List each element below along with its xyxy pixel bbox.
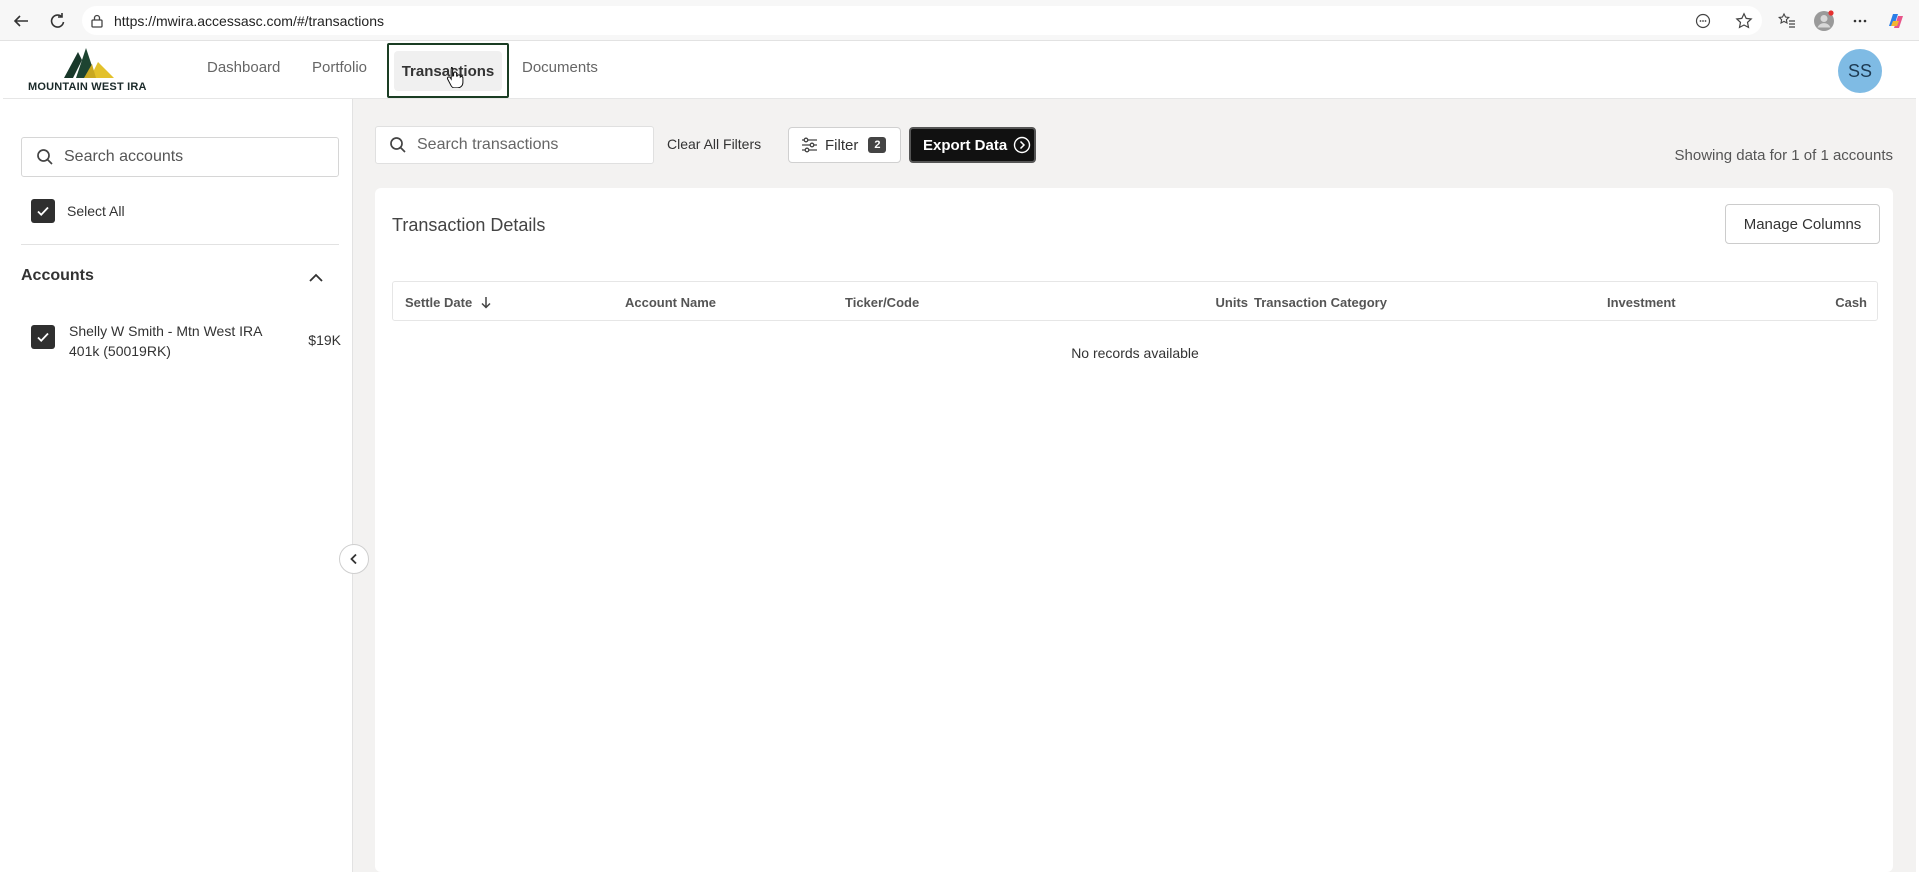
checkmark-icon — [37, 332, 49, 342]
chevron-up-icon[interactable] — [305, 267, 327, 289]
manage-columns-button[interactable]: Manage Columns — [1725, 204, 1880, 244]
export-data-label: Export Data — [923, 136, 1008, 154]
export-data-button[interactable]: Export Data — [909, 127, 1036, 163]
column-header-cash[interactable]: Cash — [1817, 295, 1867, 310]
accounts-showing-text: Showing data for 1 of 1 accounts — [1674, 147, 1893, 164]
settle-date-header-label: Settle Date — [405, 295, 473, 310]
account-row[interactable]: Shelly W Smith - Mtn West IRA 401k (5001… — [31, 321, 341, 365]
logo-text: MOUNTAIN WEST IRA — [28, 81, 147, 93]
refresh-icon[interactable] — [44, 8, 70, 34]
arrow-circle-right-icon — [1013, 136, 1031, 154]
clear-all-filters-button[interactable]: Clear All Filters — [667, 136, 761, 152]
browser-toolbar: https://mwira.accessasc.com/#/transactio… — [0, 0, 1919, 41]
search-icon — [37, 149, 53, 165]
sort-down-arrow-icon — [481, 297, 491, 309]
search-icon — [390, 137, 406, 153]
nav-dashboard[interactable]: Dashboard — [207, 59, 280, 76]
address-bar[interactable]: https://mwira.accessasc.com/#/transactio… — [82, 6, 1762, 35]
chevron-left-icon — [350, 553, 357, 565]
empty-table-message: No records available — [1071, 345, 1199, 361]
reader-icon[interactable] — [1690, 8, 1716, 34]
filter-button[interactable]: Filter 2 — [788, 127, 901, 163]
copilot-icon[interactable] — [1883, 8, 1909, 34]
avatar-initials: SS — [1847, 60, 1872, 81]
user-avatar[interactable]: SS — [1838, 49, 1882, 93]
column-header-account-name[interactable]: Account Name — [625, 295, 716, 310]
column-header-units[interactable]: Units — [1198, 295, 1249, 310]
filter-count-badge: 2 — [868, 137, 887, 153]
search-transactions-placeholder: Search transactions — [417, 136, 559, 153]
sidebar-divider — [21, 244, 339, 245]
more-options-icon[interactable] — [1847, 8, 1873, 34]
column-header-settle-date[interactable]: Settle Date — [405, 295, 492, 310]
column-header-investment[interactable]: Investment — [1607, 295, 1676, 310]
favorite-star-icon[interactable] — [1731, 8, 1757, 34]
nav-portfolio[interactable]: Portfolio — [312, 59, 367, 76]
search-accounts-placeholder: Search accounts — [64, 148, 184, 165]
nav-documents[interactable]: Documents — [522, 59, 598, 76]
column-header-transaction-category[interactable]: Transaction Category — [1254, 295, 1387, 310]
account-checkbox[interactable] — [31, 325, 55, 349]
select-all-checkbox-row[interactable]: Select All — [31, 199, 125, 223]
app-header: MOUNTAIN WEST IRA Dashboard Portfolio Tr… — [3, 41, 1916, 99]
account-value: $19K — [308, 332, 341, 348]
transaction-details-title: Transaction Details — [392, 215, 546, 235]
collapse-sidebar-button[interactable] — [339, 544, 369, 574]
sliders-icon — [802, 137, 817, 153]
transaction-details-card: Transaction Details Manage Columns Settl… — [375, 188, 1893, 872]
accounts-heading: Accounts — [21, 267, 94, 284]
table-header-row: Settle Date Account Name Ticker/Code Uni… — [392, 281, 1878, 321]
search-accounts-input[interactable]: Search accounts — [21, 137, 339, 177]
filter-label: Filter — [825, 136, 859, 154]
profile-icon[interactable] — [1811, 8, 1837, 34]
lock-icon — [91, 14, 103, 28]
url-text: https://mwira.accessasc.com/#/transactio… — [114, 12, 384, 29]
accounts-sidebar: Search accounts Select All Accounts Shel… — [3, 99, 353, 872]
favorites-list-icon[interactable] — [1774, 8, 1800, 34]
account-name: Shelly W Smith - Mtn West IRA 401k (5001… — [69, 323, 262, 359]
search-transactions-input[interactable]: Search transactions — [375, 126, 654, 164]
checkmark-icon — [37, 206, 49, 216]
mouse-cursor-icon — [446, 66, 464, 89]
select-all-label: Select All — [67, 203, 125, 219]
select-all-checkbox[interactable] — [31, 199, 55, 223]
back-arrow-icon[interactable] — [8, 8, 34, 34]
column-header-ticker-code[interactable]: Ticker/Code — [845, 295, 919, 310]
